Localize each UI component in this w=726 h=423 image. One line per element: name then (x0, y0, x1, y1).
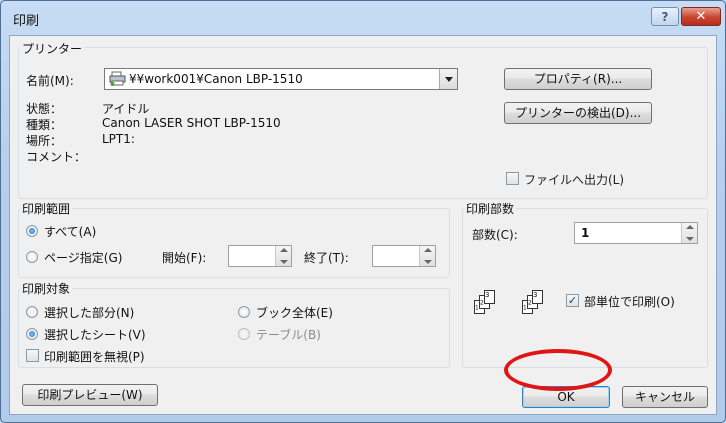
ignore-print-area-checkbox[interactable] (26, 349, 39, 362)
print-range-group (18, 208, 450, 278)
copies-label: 印刷部数 (464, 200, 517, 217)
range-to-spinner[interactable] (372, 245, 436, 267)
where-value: LPT1: (102, 132, 135, 146)
type-value: Canon LASER SHOT LBP-1510 (102, 116, 281, 130)
title-bar: 印刷 ? ✕ (1, 1, 725, 35)
print-dialog: 印刷 ? ✕ プリンター 名前(M): ¥¥work001¥Canon LBP-… (0, 0, 726, 423)
target-workbook-label: ブック全体(E) (256, 306, 333, 320)
target-selection-label: 選択した部分(N) (44, 306, 135, 320)
target-sheets-radio[interactable] (26, 328, 38, 340)
cancel-button[interactable]: キャンセル (622, 386, 708, 408)
printer-name-value: ¥¥work001¥Canon LBP-1510 (129, 72, 303, 86)
copies-count-value: 1 (581, 226, 590, 240)
target-table-label: テーブル(B) (256, 328, 321, 342)
target-selection-radio[interactable] (26, 306, 38, 318)
collate-label: 部単位で印刷(O) (584, 295, 675, 309)
target-sheets-label: 選択したシート(V) (44, 328, 146, 342)
copies-spinner[interactable]: 1 (574, 222, 698, 244)
dialog-title: 印刷 (13, 14, 40, 29)
print-to-file-label: ファイルへ出力(L) (524, 173, 625, 187)
range-to-label: 終了(T): (304, 251, 349, 265)
print-target-label: 印刷対象 (20, 280, 73, 297)
ignore-print-area-label: 印刷範囲を無視(P) (44, 350, 145, 364)
range-pages-radio[interactable] (26, 251, 38, 263)
where-label: 場所： (26, 134, 63, 148)
chevron-down-icon[interactable] (439, 69, 457, 89)
collate-pages-icon-2: 1 2 3 (522, 290, 552, 316)
printer-select[interactable]: ¥¥work001¥Canon LBP-1510 (104, 68, 458, 90)
find-printer-button[interactable]: プリンターの検出(D)... (504, 102, 652, 124)
type-label: 種類： (26, 118, 63, 132)
print-preview-button[interactable]: 印刷プレビュー(W) (22, 384, 158, 406)
printer-icon (109, 71, 126, 86)
range-all-label: すべて(A) (44, 225, 97, 239)
target-workbook-radio[interactable] (238, 306, 250, 318)
status-label: 状態： (26, 102, 63, 116)
ok-button[interactable]: OK (522, 386, 610, 408)
range-from-spinner[interactable] (228, 245, 292, 267)
status-value: アイドル (102, 102, 150, 116)
collate-checkbox[interactable]: ✓ (566, 294, 579, 307)
comment-label: コメント： (26, 150, 87, 164)
dialog-body: プリンター 名前(M): ¥¥work001¥Canon LBP-1510 状態… (9, 35, 717, 415)
copies-count-label: 部数(C): (472, 228, 518, 242)
properties-button[interactable]: プロパティ(R)... (504, 68, 652, 90)
help-button[interactable]: ? (651, 7, 679, 26)
range-all-radio[interactable] (26, 225, 38, 237)
printer-group-label: プリンター (20, 40, 85, 57)
print-to-file-checkbox[interactable] (506, 172, 519, 185)
printer-name-label: 名前(M): (26, 74, 74, 88)
close-button[interactable]: ✕ (681, 7, 721, 26)
range-pages-label: ページ指定(G) (44, 251, 123, 265)
target-table-radio (238, 328, 250, 340)
print-range-label: 印刷範囲 (20, 200, 73, 217)
range-from-label: 開始(F): (162, 251, 207, 265)
collate-pages-icon: 1 2 3 (474, 290, 504, 316)
